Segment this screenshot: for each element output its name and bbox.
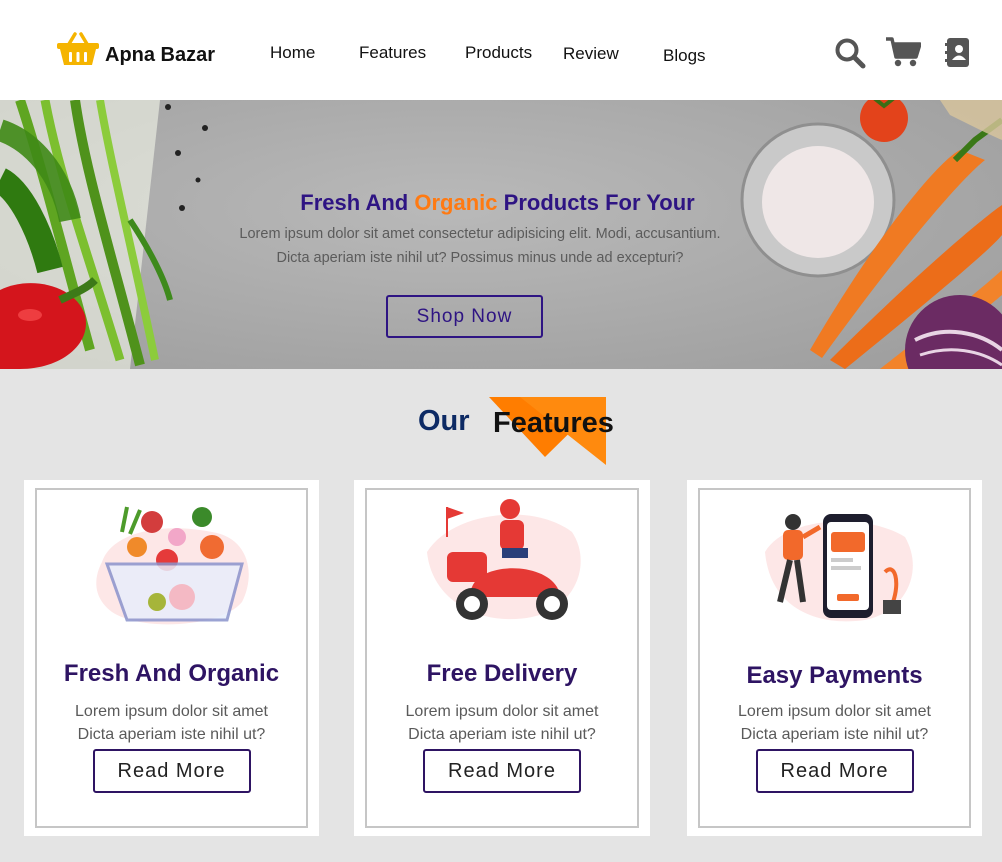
site-header: Apna Bazar Home Features Products Review…	[0, 0, 1002, 100]
nav-home[interactable]: Home	[270, 43, 315, 63]
card-desc-line2: Dicta aperiam iste nihil ut?	[77, 726, 266, 743]
brand-logo[interactable]: Apna Bazar	[56, 32, 215, 71]
tomato-image	[860, 100, 908, 142]
card-title: Free Delivery	[426, 660, 578, 687]
card-description: Lorem ipsum dolor sit amet Dicta aperiam…	[24, 700, 319, 746]
hero-description-line1: Lorem ipsum dolor sit amet consectetur a…	[239, 226, 721, 242]
basket-icon	[56, 32, 100, 71]
hero-title: Fresh And Organic Products For Your	[0, 190, 995, 216]
vegetable-basket-illustration	[95, 506, 249, 625]
brand-name: Apna Bazar	[105, 44, 216, 66]
feature-card-fresh: Fresh And Organic Lorem ipsum dolor sit …	[24, 480, 319, 836]
card-description: Lorem ipsum dolor sit amet Dicta aperiam…	[687, 700, 982, 746]
read-more-button[interactable]: Read More	[423, 749, 581, 793]
features-heading-our: Our	[418, 405, 470, 437]
nav-products[interactable]: Products	[465, 43, 532, 63]
shop-now-button[interactable]: Shop Now	[386, 295, 543, 338]
feature-card-delivery: Free Delivery Lorem ipsum dolor sit amet…	[354, 480, 650, 836]
hero-banner: Fresh And Organic Products For Your Lore…	[0, 100, 1002, 369]
card-desc-line2: Dicta aperiam iste nihil ut?	[408, 726, 596, 743]
hero-title-start: Fresh And	[300, 190, 409, 215]
card-desc-line1: Lorem ipsum dolor sit amet	[738, 703, 931, 720]
card-description: Lorem ipsum dolor sit amet Dicta aperiam…	[354, 700, 650, 746]
card-title: Fresh And Organic	[63, 660, 280, 687]
hero-description-line2: Dicta aperiam iste nihil ut? Possimus mi…	[276, 250, 684, 266]
read-more-button[interactable]: Read More	[92, 749, 251, 793]
card-desc-line1: Lorem ipsum dolor sit amet	[405, 703, 599, 720]
nav-review[interactable]: Review	[563, 44, 619, 64]
cart-icon[interactable]	[885, 36, 922, 73]
features-heading: Our Features	[0, 395, 1002, 465]
feature-card-payments: Easy Payments Lorem ipsum dolor sit amet…	[687, 480, 982, 836]
nav-features[interactable]: Features	[359, 43, 426, 63]
nav-blogs[interactable]: Blogs	[663, 46, 706, 66]
hero-title-accent: Organic	[414, 190, 498, 215]
search-icon[interactable]	[834, 37, 866, 74]
contact-book-icon[interactable]	[945, 38, 971, 72]
mobile-payment-illustration	[764, 514, 913, 622]
hero-description: Lorem ipsum dolor sit amet consectetur a…	[195, 222, 765, 270]
card-desc-line2: Dicta aperiam iste nihil ut?	[740, 726, 929, 743]
card-title: Easy Payments	[746, 662, 923, 689]
read-more-button[interactable]: Read More	[755, 749, 914, 793]
delivery-scooter-illustration	[427, 499, 581, 620]
hero-title-end: Products For Your	[503, 190, 695, 215]
features-heading-word: Features	[493, 407, 614, 439]
card-desc-line1: Lorem ipsum dolor sit amet	[75, 703, 268, 720]
